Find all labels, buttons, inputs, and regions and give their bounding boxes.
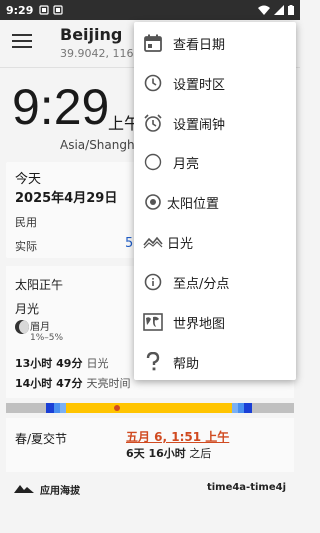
moon-label: 月光: [15, 302, 40, 316]
app-notification-icon: [53, 5, 63, 15]
menu-item-sun-position[interactable]: 太阳位置: [134, 182, 296, 222]
status-bar: 9:29: [0, 0, 300, 20]
library-version: time4a-time4j: [206, 482, 286, 493]
menu-item-label: 世界地图: [173, 316, 226, 332]
footer: 应用海拔 time4a-time4j: [0, 476, 300, 500]
info-icon: [143, 272, 163, 292]
menu-item-label: 设置时区: [173, 77, 226, 93]
menu-item-set-alarm[interactable]: 设置闹钟: [134, 103, 296, 143]
current-time-marker: [114, 405, 120, 411]
system-icons: [258, 5, 294, 15]
date-label: 2025年4月29日: [15, 191, 118, 206]
alarm-icon: [143, 113, 163, 133]
event-card[interactable]: 春/夏交节 五月 6, 1:51 上午 6天 16小时 之后: [6, 418, 294, 472]
sun-position-icon: [143, 192, 163, 212]
battery-icon: [288, 5, 294, 15]
twilight-length-row: 14小时 47分 天亮时间: [15, 375, 130, 391]
event-name: 春/夏交节: [15, 432, 68, 446]
moon-icon: [143, 152, 163, 172]
overflow-menu: 查看日期 设置时区 设置闹钟 月亮 太阳位置 日光 至点/分点 世界地图 帮助: [134, 22, 296, 380]
world-map-icon: [143, 312, 163, 332]
altitude-label[interactable]: 应用海拔: [40, 482, 80, 497]
twilight-segment: [46, 403, 54, 413]
day-length-row: 13小时 49分 日光: [15, 355, 108, 371]
event-date[interactable]: 五月 6, 1:51 上午: [126, 428, 229, 445]
menu-item-label: 查看日期: [173, 37, 226, 53]
actual-value: 5: [125, 236, 134, 251]
menu-item-view-date[interactable]: 查看日期: [134, 23, 296, 63]
today-label: 今天: [15, 172, 42, 187]
countdown-suffix: 之后: [185, 447, 212, 460]
menu-item-solstice-equinox[interactable]: 至点/分点: [134, 262, 296, 302]
hamburger-menu-icon[interactable]: [12, 34, 32, 50]
timezone-label[interactable]: Asia/Shanghai: [60, 138, 145, 152]
day-length-value: 13小时 49分: [15, 357, 83, 370]
day-length-label: 日光: [86, 357, 109, 370]
menu-item-label: 日光: [167, 236, 194, 252]
status-time: 9:29: [6, 3, 34, 17]
app-notification-icon: [39, 5, 49, 15]
twilight-segment: [244, 403, 252, 413]
signal-icon: [274, 5, 284, 15]
event-countdown: 6天 16小时 之后: [126, 445, 211, 461]
current-time: 9:29: [12, 79, 110, 135]
menu-item-label: 月亮: [173, 156, 200, 172]
daylight-segment: [66, 403, 232, 413]
city-name[interactable]: Beijing: [60, 25, 122, 44]
daylight-icon: [143, 232, 163, 252]
moon-illumination: 1%–5%: [30, 333, 64, 343]
civil-twilight-label: 民用: [15, 216, 37, 229]
actual-label: 实际: [15, 240, 37, 253]
menu-item-label: 帮助: [173, 356, 200, 372]
solar-noon-label: 太阳正午: [15, 278, 64, 292]
menu-item-label: 至点/分点: [173, 276, 230, 292]
menu-item-world-map[interactable]: 世界地图: [134, 302, 296, 342]
menu-item-moon[interactable]: 月亮: [134, 142, 296, 182]
menu-item-label: 设置闹钟: [173, 117, 226, 133]
help-icon: [143, 352, 163, 372]
countdown-value: 6天 16小时: [126, 447, 186, 460]
moon-phase-name: 眉月: [30, 322, 50, 333]
wifi-icon: [258, 5, 270, 15]
menu-item-set-timezone[interactable]: 设置时区: [134, 63, 296, 103]
calendar-icon: [143, 33, 163, 53]
daylight-bar: [6, 403, 294, 413]
twilight-length-label: 天亮时间: [86, 377, 131, 390]
twilight-length-value: 14小时 47分: [15, 377, 83, 390]
notification-icons: [39, 5, 63, 15]
menu-item-label: 太阳位置: [167, 196, 220, 212]
moon-phase-icon: [15, 320, 29, 334]
mountain-icon: [14, 485, 34, 493]
menu-item-help[interactable]: 帮助: [134, 342, 296, 382]
coordinates: 39.9042, 116.4: [60, 47, 144, 60]
menu-item-daylight[interactable]: 日光: [134, 222, 296, 262]
clock-icon: [143, 73, 163, 93]
